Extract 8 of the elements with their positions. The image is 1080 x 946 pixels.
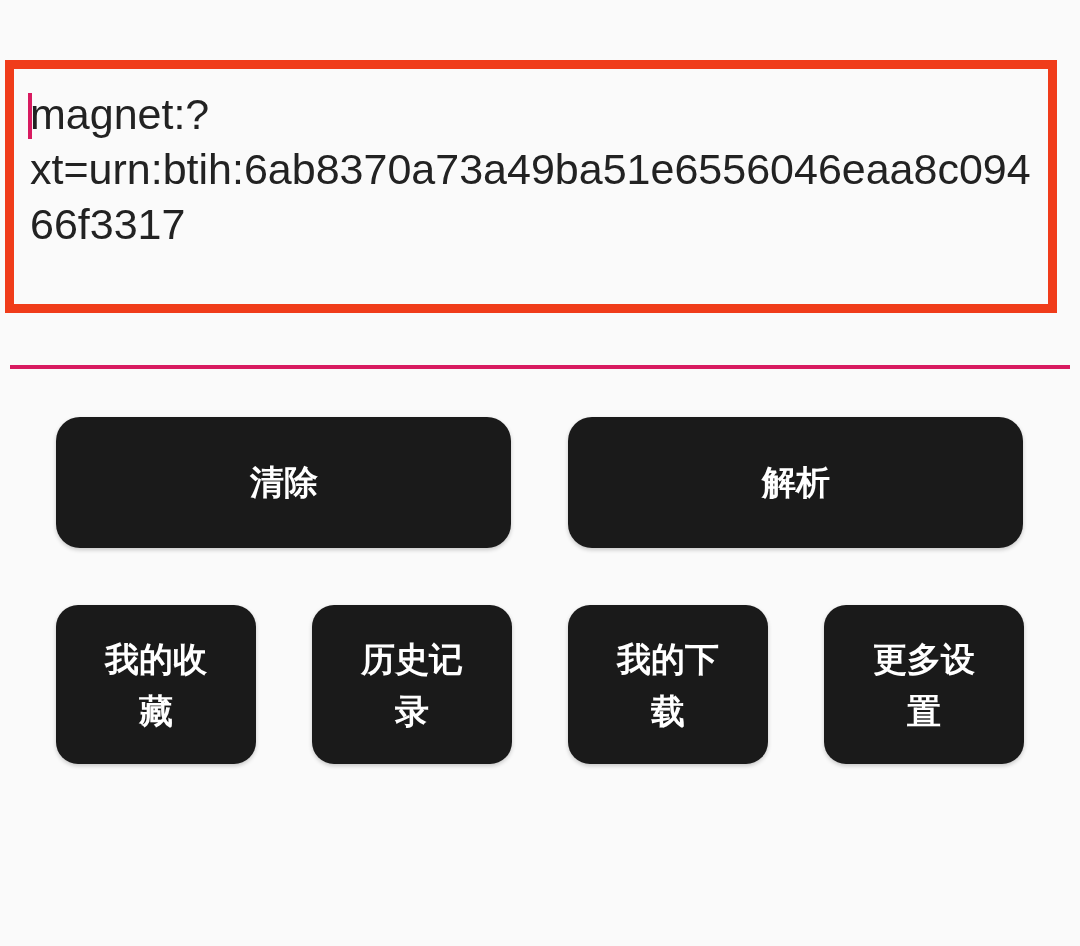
menu-button[interactable]: 更多设置 [824,605,1024,764]
menu-button[interactable]: 历史记录 [312,605,512,764]
action-button[interactable]: 解析 [568,417,1023,548]
menu-button[interactable]: 我的下载 [568,605,768,764]
input-field[interactable]: magnet:?xt=urn:btih:6ab8370a73a49ba51e6556046eaa8c09466f3317 [30,87,1040,252]
menu-button[interactable]: 我的收藏 [56,605,256,764]
action-button[interactable]: 清除 [56,417,511,548]
text-cursor [28,93,32,139]
